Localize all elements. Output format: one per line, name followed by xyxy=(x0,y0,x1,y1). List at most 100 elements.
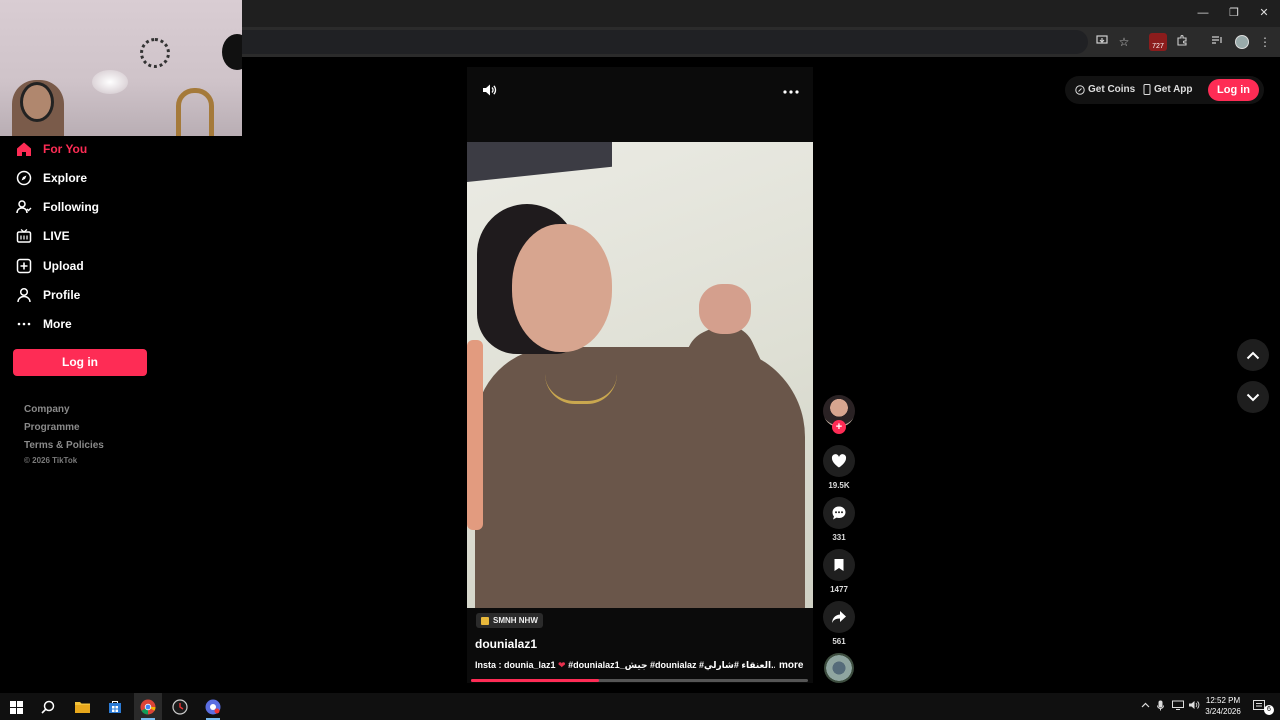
coin-icon xyxy=(1075,84,1085,95)
more-icon xyxy=(16,316,32,332)
caption-hashtags[interactable]: #dounialaz1_جيش #dounialaz #العنقاء #شار… xyxy=(566,660,775,670)
search-icon[interactable] xyxy=(38,697,58,717)
save-button[interactable] xyxy=(823,549,855,581)
video-options-icon[interactable] xyxy=(782,82,800,100)
streamer-head xyxy=(20,82,54,122)
get-app-button[interactable]: Get App xyxy=(1143,84,1193,95)
minimize-button[interactable]: — xyxy=(1188,4,1218,22)
sidebar-item-upload[interactable]: Upload xyxy=(16,255,84,277)
sidebar-item-label: Upload xyxy=(43,259,84,273)
clock-time: 12:52 PM xyxy=(1205,696,1241,705)
tray-chevron-icon[interactable] xyxy=(1141,700,1150,711)
extension-badge-icon[interactable]: 727 xyxy=(1149,33,1167,51)
like-button[interactable] xyxy=(823,445,855,477)
share-arrow-icon xyxy=(831,610,847,624)
live-tv-icon xyxy=(16,228,32,244)
sidebar-item-following[interactable]: Following xyxy=(16,196,99,218)
mirror-frame xyxy=(176,88,214,136)
header-login-button[interactable]: Log in xyxy=(1208,79,1259,101)
network-icon[interactable] xyxy=(1172,700,1184,713)
sidebar-item-explore[interactable]: Explore xyxy=(16,167,87,189)
share-button[interactable] xyxy=(823,601,855,633)
browser-menu-icon[interactable]: ⋮ xyxy=(1256,33,1274,51)
get-coins-label: Get Coins xyxy=(1088,84,1136,95)
bookmark-star-icon[interactable]: ☆ xyxy=(1115,33,1133,51)
volume-icon[interactable] xyxy=(481,82,497,98)
speaker-icon[interactable] xyxy=(1188,700,1200,713)
sidebar-login-button[interactable]: Log in xyxy=(13,349,147,376)
video-tag-badge[interactable]: SMNH NHW xyxy=(476,613,543,628)
sidebar-item-label: Following xyxy=(43,200,99,214)
bookmark-icon xyxy=(833,558,845,572)
caption-prefix: Insta : dounia_laz1 xyxy=(475,660,559,670)
store-icon[interactable] xyxy=(105,697,125,717)
compass-icon xyxy=(16,170,32,186)
video-person-fist xyxy=(699,284,751,334)
wall-clock-decor xyxy=(140,38,170,68)
sidebar-item-label: For You xyxy=(43,142,88,156)
chrome-profile-icon[interactable] xyxy=(203,697,223,717)
copyright-text: © 2026 TikTok xyxy=(24,456,78,465)
sidebar-item-more[interactable]: More xyxy=(16,313,72,335)
comment-icon xyxy=(831,505,847,521)
home-icon xyxy=(16,141,32,157)
dark-object xyxy=(222,34,242,70)
system-clock[interactable]: 12:52 PM 3/24/2026 xyxy=(1200,695,1246,717)
get-app-label: Get App xyxy=(1154,84,1193,95)
video-caption: Insta : dounia_laz1 ❤ #dounialaz1_جيش #d… xyxy=(475,660,775,671)
music-disc-icon[interactable] xyxy=(824,653,854,683)
chevron-down-icon xyxy=(1246,393,1260,402)
sidebar-item-label: More xyxy=(43,317,72,331)
phone-icon xyxy=(1143,84,1151,95)
video-progress-fill xyxy=(471,679,600,682)
chevron-up-icon xyxy=(1246,351,1260,360)
sidebar-item-live[interactable]: LIVE xyxy=(16,225,70,247)
follow-button[interactable]: + xyxy=(832,420,846,434)
clock-date: 3/24/2026 xyxy=(1205,707,1241,716)
address-bar[interactable] xyxy=(242,30,1088,54)
share-count: 561 xyxy=(832,637,846,646)
footer-link-company[interactable]: Company xyxy=(24,404,70,415)
footer-link-terms[interactable]: Terms & Policies xyxy=(24,440,104,451)
app-clock-icon[interactable] xyxy=(170,697,190,717)
video-phone xyxy=(467,340,483,530)
footer-link-programme[interactable]: Programme xyxy=(24,422,80,433)
browser-titlebar xyxy=(242,0,1280,27)
sidebar-item-for-you[interactable]: For You xyxy=(16,138,87,160)
microphone-icon[interactable] xyxy=(1157,700,1164,714)
install-app-icon[interactable] xyxy=(1093,33,1111,51)
video-person-face xyxy=(512,224,612,352)
next-video-button[interactable] xyxy=(1237,381,1269,413)
sidebar-item-label: Profile xyxy=(43,288,81,302)
video-author[interactable]: dounialaz1 xyxy=(475,637,537,651)
windows-start-icon[interactable] xyxy=(6,697,26,717)
browser-profile-avatar[interactable] xyxy=(1235,35,1249,49)
comment-button[interactable] xyxy=(823,497,855,529)
comment-count: 331 xyxy=(832,533,846,542)
get-coins-button[interactable]: Get Coins xyxy=(1075,84,1135,95)
sidebar-item-profile[interactable]: Profile xyxy=(16,284,80,306)
profile-icon xyxy=(16,287,32,303)
file-explorer-icon[interactable] xyxy=(72,697,92,717)
upload-icon xyxy=(16,258,32,274)
save-count: 1477 xyxy=(830,585,848,594)
media-control-icon[interactable] xyxy=(1208,33,1226,51)
previous-video-button[interactable] xyxy=(1237,339,1269,371)
restore-button[interactable]: ❐ xyxy=(1219,4,1249,22)
video-frame-image[interactable] xyxy=(467,142,813,608)
sidebar-item-label: LIVE xyxy=(43,229,70,243)
following-icon xyxy=(16,199,32,215)
video-progress-bar[interactable] xyxy=(471,679,808,682)
heart-icon xyxy=(831,454,847,468)
windows-taskbar xyxy=(0,693,1280,720)
webcam-overlay xyxy=(0,0,242,136)
close-button[interactable]: ✕ xyxy=(1249,4,1279,22)
caption-more-link[interactable]: more xyxy=(779,660,803,671)
ceiling-light xyxy=(92,70,128,94)
chrome-icon[interactable] xyxy=(138,697,158,717)
tag-badge-label: SMNH NHW xyxy=(493,616,538,625)
like-count: 19.5K xyxy=(828,481,850,490)
extensions-puzzle-icon[interactable] xyxy=(1173,33,1191,51)
notification-count-badge: 6 xyxy=(1264,705,1274,715)
sidebar-item-label: Explore xyxy=(43,171,88,185)
